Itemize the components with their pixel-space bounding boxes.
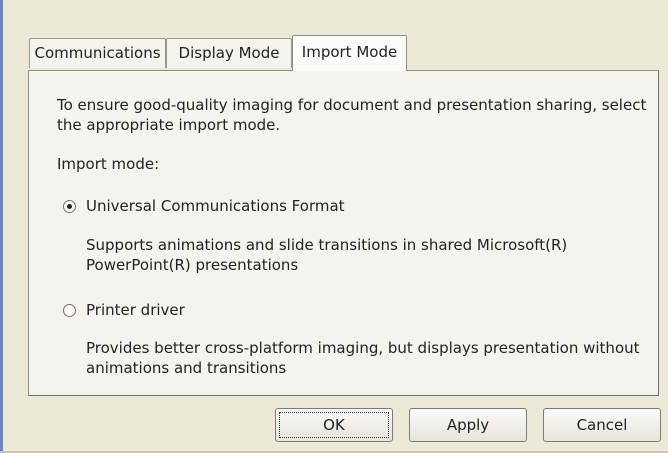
cancel-button[interactable]: Cancel	[543, 408, 661, 442]
import-mode-panel: To ensure good-quality imaging for docum…	[28, 70, 659, 396]
description-line-2: the appropriate import mode.	[57, 116, 281, 134]
apply-button-label: Apply	[446, 416, 490, 434]
tab-import-mode[interactable]: Import Mode	[292, 35, 407, 71]
dialog-window: Communications Display Mode Import Mode …	[0, 0, 668, 453]
option-universal-desc-line-2: PowerPoint(R) presentations	[86, 256, 299, 274]
window-left-border	[0, 0, 3, 453]
option-universal-desc-line-1: Supports animations and slide transition…	[86, 236, 568, 254]
ok-button[interactable]: OK	[275, 408, 393, 442]
option-universal-communications-format-label[interactable]: Universal Communications Format	[86, 197, 345, 216]
option-printer-desc-line-2: animations and transitions	[86, 359, 287, 377]
radio-selected-dot	[67, 204, 72, 209]
cancel-button-label: Cancel	[576, 416, 628, 434]
tab-display-mode[interactable]: Display Mode	[166, 38, 292, 68]
ok-button-label: OK	[323, 416, 345, 434]
radio-printer-driver[interactable]	[63, 304, 76, 317]
import-mode-label: Import mode:	[57, 155, 160, 173]
radio-universal-communications-format[interactable]	[63, 200, 76, 213]
option-printer-desc-line-1: Provides better cross-platform imaging, …	[86, 339, 640, 357]
option-printer-driver-label[interactable]: Printer driver	[86, 301, 185, 320]
description-line-1: To ensure good-quality imaging for docum…	[57, 96, 647, 114]
apply-button[interactable]: Apply	[409, 408, 527, 442]
tab-communications[interactable]: Communications	[29, 38, 166, 68]
